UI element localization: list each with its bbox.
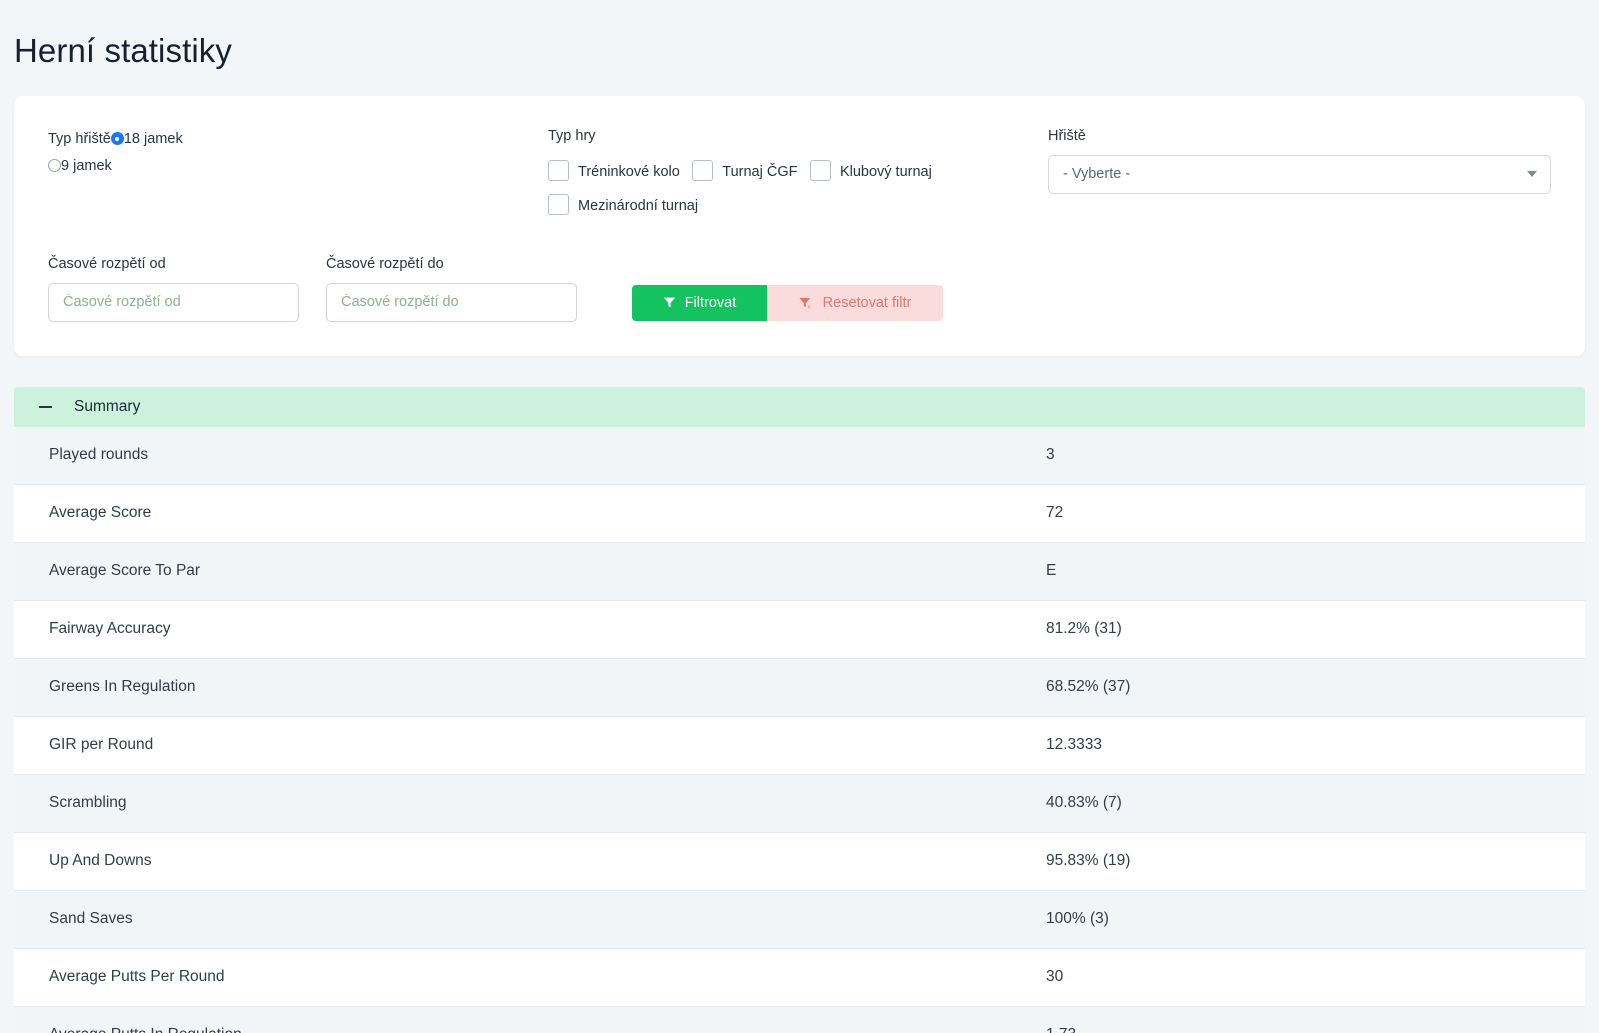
filter-button-label: Filtrovat bbox=[684, 294, 737, 311]
table-row: Average Score To Par E bbox=[14, 542, 1585, 601]
stat-value: 3 bbox=[1046, 446, 1055, 463]
stat-value: E bbox=[1046, 562, 1057, 579]
stat-value: 81.2% (31) bbox=[1046, 620, 1122, 637]
stat-label: Average Putts In Regulation bbox=[14, 1026, 1046, 1033]
stat-value: 95.83% (19) bbox=[1046, 852, 1131, 869]
game-type-label: Typ hry bbox=[548, 128, 596, 144]
course-select-value: - Vyberte - bbox=[1063, 166, 1131, 183]
table-row: Average Putts Per Round 30 bbox=[14, 948, 1585, 1007]
funnel-x-icon: x bbox=[799, 296, 814, 310]
funnel-icon bbox=[663, 296, 676, 309]
checkbox-label-cgf-tournament: Turnaj ČGF bbox=[722, 163, 798, 180]
summary-stats-table: Played rounds 3 Average Score 72 Average Sco… bbox=[14, 426, 1585, 1033]
table-row: Greens In Regulation 68.52% (37) bbox=[14, 658, 1585, 717]
filter-button[interactable]: Filtrovat bbox=[632, 284, 767, 321]
stat-value: 30 bbox=[1046, 968, 1064, 985]
radio-dot-18-holes[interactable] bbox=[110, 132, 124, 145]
table-row: Sand Saves 100% (3) bbox=[14, 890, 1585, 949]
checkbox-item-international-tournament[interactable]: Mezinárodní turnaj bbox=[548, 189, 698, 223]
date-to-label: Časové rozpětí do bbox=[326, 255, 444, 272]
radio-dot-9-holes[interactable] bbox=[48, 159, 61, 172]
game-statistics-page: Herní statistiky Typ hřiště 18 jamek 9 ja… bbox=[0, 22, 1599, 1033]
filter-button-group: Filtrovat x Resetovat filtr bbox=[632, 284, 943, 321]
stat-label: Scrambling bbox=[49, 794, 127, 811]
table-row: Average Putts In Regulation1.73 bbox=[14, 1006, 1585, 1033]
course-type-label: Typ hřiště bbox=[48, 131, 111, 147]
chevron-down-icon[interactable] bbox=[1527, 171, 1537, 178]
checkbox-label-club-tournament: Klubový turnaj bbox=[839, 163, 932, 180]
svg-text:x: x bbox=[807, 304, 810, 310]
filter-card: Typ hřiště 18 jamek 9 jamek Typ hry Tréni… bbox=[14, 96, 1585, 356]
summary-title: Summary bbox=[74, 397, 141, 415]
stat-value: 40.83% (7) bbox=[1046, 794, 1122, 811]
table-row: Up And Downs 95.83% (19) bbox=[14, 832, 1585, 891]
checkbox-label-training-round: Tréninkové kolo bbox=[578, 163, 680, 180]
stat-value: 100% (3) bbox=[1046, 910, 1109, 927]
summary-section: Summary Played rounds 3 Average Score 72 Ave… bbox=[14, 386, 1585, 1033]
stat-value: 72 bbox=[1046, 504, 1064, 521]
radio-option-18-holes[interactable]: 18 jamek bbox=[110, 131, 183, 147]
table-row: Average Score 72 bbox=[14, 484, 1585, 543]
game-type-group: Typ hry Tréninkové kolo Turnaj ČGF Klubo… bbox=[548, 126, 1048, 223]
reset-filter-button[interactable]: x Resetovat filtr bbox=[767, 284, 943, 321]
stat-label: Played rounds bbox=[49, 446, 149, 463]
stat-label: Average Score To Par bbox=[49, 562, 201, 579]
course-select-group: Hřiště - Vyberte - bbox=[1048, 126, 1551, 194]
checkbox-item-club-tournament[interactable]: Klubový turnaj bbox=[809, 155, 932, 189]
stat-label: Average Score bbox=[49, 504, 152, 521]
table-row: Scrambling 40.83% (7) bbox=[14, 774, 1585, 833]
radio-option-9-holes[interactable]: 9 jamek bbox=[48, 158, 112, 174]
course-type-group: Typ hřiště 18 jamek 9 jamek bbox=[48, 126, 548, 179]
stat-value: 1.73 bbox=[1046, 1026, 1585, 1033]
date-from-input[interactable] bbox=[48, 282, 299, 322]
table-row: Fairway Accuracy 81.2% (31) bbox=[14, 600, 1585, 659]
stat-value: 68.52% (37) bbox=[1046, 678, 1131, 695]
stat-label: Greens In Regulation bbox=[49, 678, 196, 695]
course-label: Hřiště bbox=[1048, 128, 1086, 144]
stat-label: Up And Downs bbox=[49, 852, 152, 869]
table-row: GIR per Round 12.3333 bbox=[14, 716, 1585, 775]
checkbox-club-tournament[interactable] bbox=[809, 159, 831, 181]
radio-label-18-holes: 18 jamek bbox=[123, 131, 183, 147]
summary-header[interactable]: Summary bbox=[14, 386, 1585, 427]
checkbox-international-tournament[interactable] bbox=[548, 193, 569, 215]
page-title: Herní statistiky bbox=[14, 32, 232, 70]
checkbox-item-training-round[interactable]: Tréninkové kolo bbox=[548, 155, 680, 189]
date-from-group: Časové rozpětí od bbox=[48, 254, 299, 322]
stat-label: Average Putts Per Round bbox=[49, 968, 225, 985]
stat-label: Sand Saves bbox=[49, 910, 133, 927]
minus-icon[interactable] bbox=[39, 405, 52, 408]
stat-label: GIR per Round bbox=[49, 736, 154, 753]
stat-label: Fairway Accuracy bbox=[49, 620, 171, 637]
checkbox-label-international-tournament: Mezinárodní turnaj bbox=[578, 197, 699, 214]
course-select[interactable]: - Vyberte - bbox=[1048, 154, 1551, 194]
radio-label-9-holes: 9 jamek bbox=[61, 158, 112, 174]
checkbox-training-round[interactable] bbox=[548, 159, 569, 181]
date-to-input[interactable] bbox=[326, 282, 577, 322]
date-to-group: Časové rozpětí do bbox=[326, 254, 577, 322]
date-from-label: Časové rozpětí od bbox=[48, 255, 166, 272]
stat-value: 12.3333 bbox=[1046, 736, 1103, 753]
reset-filter-button-label: Resetovat filtr bbox=[822, 294, 912, 311]
table-row: Played rounds 3 bbox=[14, 426, 1585, 485]
checkbox-item-cgf-tournament[interactable]: Turnaj ČGF bbox=[692, 155, 797, 189]
checkbox-cgf-tournament[interactable] bbox=[692, 159, 714, 181]
